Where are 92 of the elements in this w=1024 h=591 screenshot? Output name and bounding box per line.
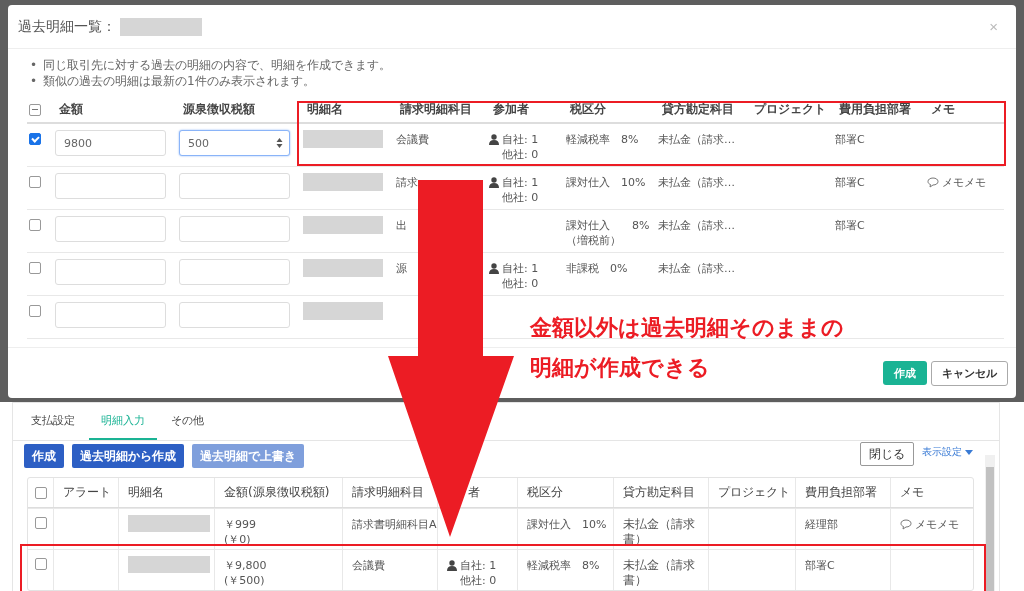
table-cell: 経理部 <box>805 517 838 532</box>
table-cell: 軽減税率 8% <box>566 132 639 147</box>
table-cell: 未払金（請求… <box>658 132 735 147</box>
table-cell: 自社: 1 他社: 0 <box>502 175 539 205</box>
table-cell: 自社: 1 他社: 0 <box>502 132 539 162</box>
column-header: 明細名 <box>306 101 344 118</box>
table-cell: 未払金（請求… <box>658 218 735 233</box>
table-cell: 自社: 1 他社: 0 <box>460 558 497 588</box>
table-cell: 未払金（請求… <box>658 175 735 190</box>
table-cell: 部署C <box>835 132 865 147</box>
select-all-checkbox[interactable] <box>35 486 47 499</box>
person-icon <box>447 560 457 571</box>
row-checkbox[interactable] <box>29 262 41 274</box>
note-text: 類似の過去の明細は最新の1件のみ表示されます。 <box>43 73 315 89</box>
table-cell: 課対仕入 10% <box>527 517 607 532</box>
row-checkbox[interactable] <box>29 219 41 231</box>
column-header: 貸方勘定科目 <box>661 101 735 118</box>
column-header: 金額 <box>58 101 84 118</box>
row-checkbox[interactable] <box>29 176 41 188</box>
column-header: 税区分 <box>569 101 607 118</box>
person-icon <box>489 134 499 145</box>
note-text: 同じ取引先に対する過去の明細の内容で、明細を作成できます。 <box>43 57 392 73</box>
table-cell: ￥9,800 (￥500) <box>224 558 267 588</box>
action-button[interactable]: 過去明細から作成 <box>72 444 184 468</box>
table-cell: 非課税 0% <box>566 261 628 276</box>
table-cell: 出 <box>396 218 407 233</box>
withholding-field[interactable] <box>179 216 290 242</box>
close-button[interactable]: 閉じる <box>860 442 914 466</box>
annotation-text: 明細が作成できる <box>530 354 711 382</box>
table-cell: 会議費 <box>352 558 385 573</box>
column-header: メモ <box>900 485 924 500</box>
table-cell: 軽減税率 8% <box>527 558 600 573</box>
amount-field[interactable] <box>55 173 166 199</box>
amount-field[interactable] <box>55 216 166 242</box>
withholding-field[interactable]: 500 <box>179 130 290 156</box>
speech-bubble-icon <box>900 519 912 530</box>
table-cell: 課対仕入 8% （増税前） <box>566 218 650 248</box>
table-cell-text: 未払金（請求書） <box>623 558 696 588</box>
table-cell: 会議費 <box>396 132 429 147</box>
person-icon <box>489 177 499 188</box>
withholding-field[interactable] <box>179 259 290 285</box>
column-header: 税区分 <box>527 485 563 500</box>
row-checkbox[interactable] <box>29 305 41 317</box>
column-header: 金額(源泉徴収税額) <box>224 485 330 500</box>
tab[interactable]: その他 <box>159 403 216 440</box>
column-header: 源泉徴収税額 <box>182 101 256 118</box>
column-header: メモ <box>930 101 956 118</box>
table-cell: 未払金（請求… <box>658 261 735 276</box>
table-cell: 部署C <box>835 218 865 233</box>
amount-field[interactable] <box>55 259 166 285</box>
withholding-field[interactable] <box>179 302 290 328</box>
table-cell: ￥999 (￥0) <box>224 517 256 547</box>
column-header: プロジェクト <box>753 101 827 118</box>
table-cell: 請求 <box>396 175 418 190</box>
bullet-mark: • <box>30 57 38 73</box>
speech-bubble-icon <box>927 177 939 188</box>
column-header: 請求明細科目 <box>399 101 473 118</box>
column-header: アラート <box>63 485 111 500</box>
scrollbar[interactable] <box>985 455 995 591</box>
amount-field[interactable] <box>55 302 166 328</box>
tab[interactable]: 支払設定 <box>19 403 87 440</box>
table-cell: 請求書明細科目A <box>352 517 437 532</box>
column-header: 者 <box>468 485 480 500</box>
person-icon <box>489 263 499 274</box>
spinner-icon[interactable] <box>276 137 283 149</box>
bullet-mark: • <box>30 73 38 89</box>
row-checkbox[interactable] <box>35 517 47 529</box>
column-header: 明細名 <box>128 485 164 500</box>
table-cell: 源 <box>396 261 407 276</box>
dialog-title: 過去明細一覧： <box>18 17 116 36</box>
column-header: 参加者 <box>492 101 530 118</box>
row-checkbox[interactable] <box>35 558 47 570</box>
amount-field[interactable]: 9800 <box>55 130 166 156</box>
select-all-checkbox[interactable] <box>29 103 41 116</box>
cancel-button[interactable]: キャンセル <box>931 360 1008 386</box>
table-cell: 部署C <box>805 558 835 573</box>
column-header: 請求明細科目 <box>352 485 424 500</box>
annotation-text: 金額以外は過去明細そのままの <box>530 314 844 342</box>
table-cell: 課対仕入 10% <box>566 175 646 190</box>
display-settings-link[interactable]: 表示設定 <box>922 445 973 459</box>
memo-text: メモメモ <box>942 175 986 190</box>
withholding-field[interactable] <box>179 173 290 199</box>
column-header: 費用負担部署 <box>805 485 877 500</box>
table-cell: 自社: 1 他社: 0 <box>502 261 539 291</box>
table-cell: 部署C <box>835 175 865 190</box>
action-button[interactable]: 作成 <box>24 444 64 468</box>
column-header: 貸方勘定科目 <box>623 485 695 500</box>
caret-icon <box>965 449 973 455</box>
row-checkbox[interactable] <box>29 133 41 145</box>
column-header: プロジェクト <box>718 485 790 500</box>
column-header: 費用負担部署 <box>838 101 912 118</box>
memo-text: メモメモ <box>915 517 959 532</box>
